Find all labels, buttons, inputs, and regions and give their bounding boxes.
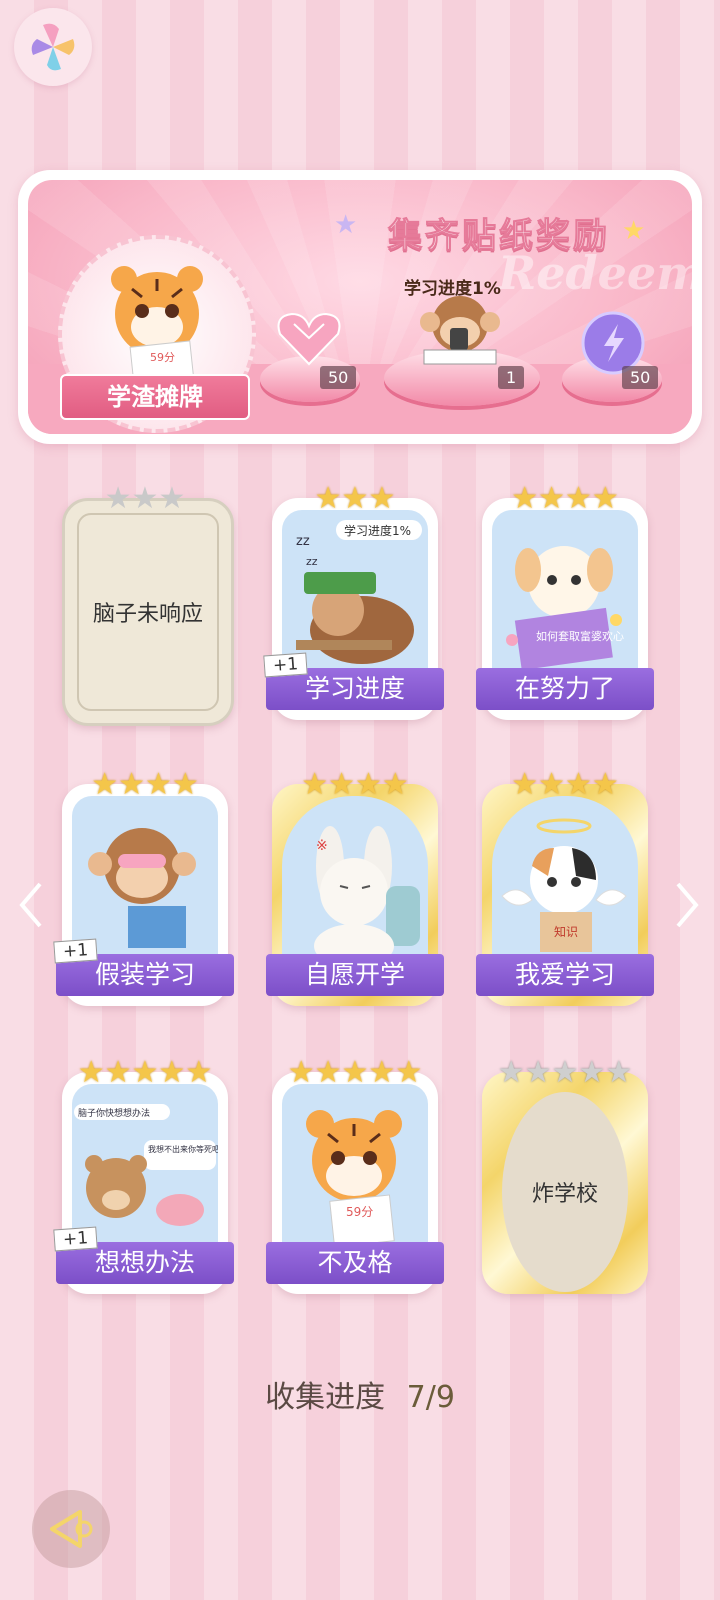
star-rating: ★★★★★ bbox=[497, 1055, 633, 1090]
card-label: 脑子未响应 bbox=[77, 513, 219, 711]
banner-title: 集齐贴纸奖励 bbox=[388, 216, 610, 257]
collection-progress: 收集进度 7/9 bbox=[0, 1372, 720, 1416]
card-label: 自愿开学 bbox=[266, 954, 444, 996]
sticker-card[interactable]: 炸学校 ★★★★★ bbox=[482, 1050, 648, 1294]
back-button[interactable] bbox=[32, 1490, 110, 1568]
plus-one-badge: +1 bbox=[53, 1226, 98, 1252]
svg-text:zz: zz bbox=[306, 555, 318, 568]
sticker-card[interactable]: 知识 我爱学习 ★★★★ bbox=[476, 762, 654, 1006]
svg-text:zz: zz bbox=[296, 534, 310, 549]
next-page-arrow[interactable] bbox=[672, 880, 702, 930]
plus-one-badge: +1 bbox=[53, 938, 98, 964]
svg-text:我想不出来你等死吧: 我想不出来你等死吧 bbox=[148, 1144, 218, 1154]
star-rating: ★★★★ bbox=[301, 767, 409, 802]
svg-text:59分: 59分 bbox=[150, 351, 175, 364]
star-rating: ★★★ bbox=[314, 481, 396, 516]
card-label: 在努力了 bbox=[476, 668, 654, 710]
pinwheel-icon bbox=[31, 23, 75, 71]
star-rating: ★★★★★ bbox=[77, 1055, 213, 1090]
sticker-card[interactable]: 脑子未响应 ★★★ bbox=[62, 476, 234, 726]
app-logo-button[interactable] bbox=[14, 8, 92, 86]
progress-value: 7/9 bbox=[406, 1380, 455, 1415]
svg-text:如何套取富婆欢心: 如何套取富婆欢心 bbox=[536, 629, 624, 643]
heart-gem-icon bbox=[277, 312, 341, 366]
sticker-card[interactable]: 脑子你快想想办法 我想不出来你等死吧 想想办法 +1 ★★★★★ bbox=[53, 1050, 234, 1294]
prev-page-arrow[interactable] bbox=[16, 880, 46, 930]
reward-count: 1 bbox=[498, 366, 525, 389]
svg-text:知识: 知识 bbox=[554, 925, 578, 939]
reward-count: 50 bbox=[320, 366, 357, 389]
plus-one-badge: +1 bbox=[263, 652, 308, 678]
monkey-sticker bbox=[420, 296, 500, 365]
back-arrow-icon bbox=[50, 1510, 93, 1548]
sticker-card[interactable]: 学习进度1% zz zz 学习进度 +1 ★★★ bbox=[263, 476, 444, 720]
star-rating: ★★★ bbox=[104, 481, 186, 516]
star-icon: ★ bbox=[622, 216, 646, 246]
reward-count: 50 bbox=[622, 366, 659, 389]
star-icon: ★ bbox=[334, 210, 358, 240]
star-rating: ★★★★★ bbox=[287, 1055, 423, 1090]
star-rating: ★★★★ bbox=[91, 767, 199, 802]
star-rating: ★★★★ bbox=[511, 767, 619, 802]
sticker-title-ribbon: 学渣摊牌 bbox=[60, 374, 250, 420]
progress-title: 收集进度 bbox=[265, 1380, 386, 1415]
svg-text:※: ※ bbox=[316, 838, 328, 854]
star-rating: ★★★★ bbox=[511, 481, 619, 516]
sticker-card[interactable]: ※ 自愿开学 ★★★★ bbox=[266, 762, 444, 1006]
card-label: 不及格 bbox=[266, 1242, 444, 1284]
card-label: 我爱学习 bbox=[476, 954, 654, 996]
reward-banner[interactable]: Redeem ★ ★ 集齐贴纸奖励 59分 学渣摊牌 50 学习进度1% 1 5… bbox=[18, 170, 702, 444]
svg-text:学习进度1%: 学习进度1% bbox=[344, 523, 411, 538]
svg-text:59分: 59分 bbox=[346, 1205, 373, 1219]
svg-text:脑子你快想想办法: 脑子你快想想办法 bbox=[78, 1107, 150, 1119]
card-label: 炸学校 bbox=[502, 1092, 628, 1292]
sticker-card[interactable]: 假装学习 +1 ★★★★ bbox=[53, 762, 234, 1006]
sticker-card[interactable]: 59分 不及格 ★★★★★ bbox=[266, 1050, 444, 1294]
sticker-card[interactable]: 如何套取富婆欢心 在努力了 ★★★★ bbox=[476, 476, 654, 720]
